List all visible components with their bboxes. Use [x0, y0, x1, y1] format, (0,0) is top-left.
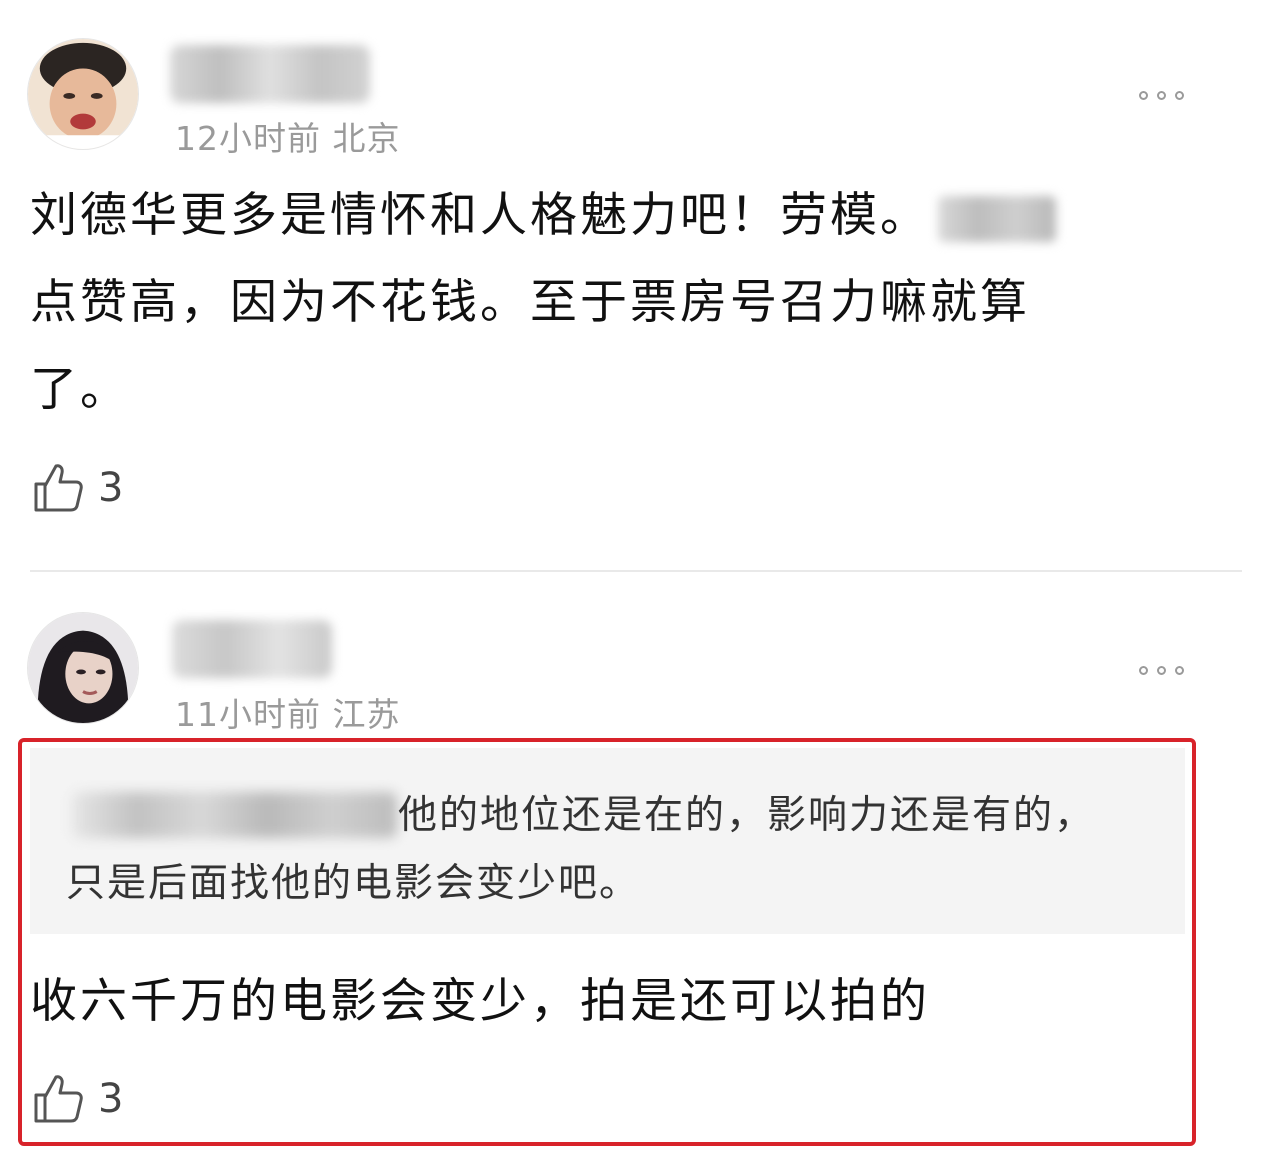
- more-options-icon[interactable]: [1139, 91, 1184, 100]
- quoted-reply: 他的地位还是在的，影响力还是有的， 只是后面找他的电影会变少吧。: [30, 748, 1185, 934]
- like-count: 3: [98, 1076, 124, 1122]
- like-button[interactable]: 3: [32, 462, 123, 514]
- username-blurred[interactable]: [170, 45, 370, 103]
- comment-body: 收六千万的电影会变少，拍是还可以拍的: [30, 974, 930, 1029]
- comment-body-line: 了。: [30, 362, 130, 417]
- quote-line: 只是后面找他的电影会变少吧。: [66, 861, 641, 906]
- quote-line: 他的地位还是在的，影响力还是有的，: [398, 793, 1096, 838]
- user-avatar[interactable]: [27, 612, 139, 724]
- like-count: 3: [98, 465, 124, 511]
- child-face-avatar-icon: [28, 39, 138, 149]
- username-blurred[interactable]: [172, 620, 332, 678]
- text-blurred: [938, 195, 1056, 242]
- thumbs-up-icon: [34, 464, 83, 512]
- comment-body-line: 点赞高，因为不花钱。至于票房号召力嘛就算: [30, 275, 1030, 330]
- comment-body: 刘德华更多是情怀和人格魅力吧！劳模。 点赞高，因为不花钱。至于票房号召力嘛就算 …: [30, 172, 1056, 433]
- like-button[interactable]: 3: [32, 1073, 123, 1125]
- woman-portrait-avatar-icon: [28, 613, 138, 723]
- comment-meta: 11小时前 江苏: [175, 695, 401, 734]
- comment-1: 12小时前 北京 刘德华更多是情怀和人格魅力吧！劳模。 点赞高，因为不花钱。至于…: [0, 0, 1262, 570]
- quoted-username-blurred: [72, 792, 397, 838]
- comment-body-line: 刘德华更多是情怀和人格魅力吧！劳模。: [30, 172, 1056, 259]
- user-avatar[interactable]: [27, 38, 139, 150]
- thumbs-up-icon: [34, 1075, 83, 1123]
- more-options-icon[interactable]: [1139, 666, 1184, 675]
- comment-meta: 12小时前 北京: [175, 119, 401, 158]
